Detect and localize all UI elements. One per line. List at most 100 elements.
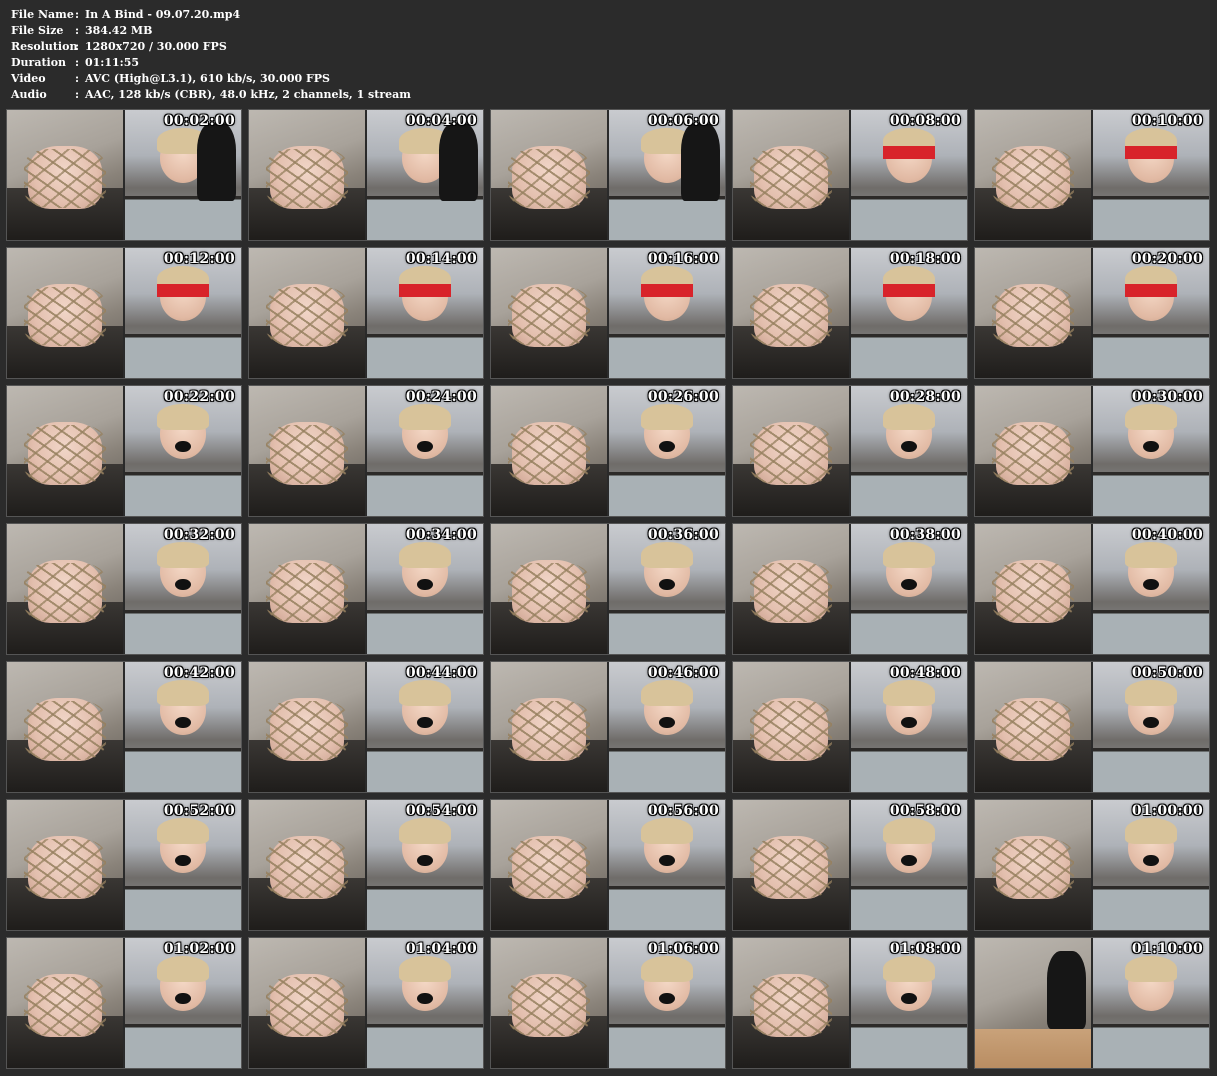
thumbnail[interactable]: 00:16:00 — [490, 247, 726, 379]
thumbnail[interactable]: 00:56:00 — [490, 799, 726, 931]
thumbnail[interactable]: 00:52:00 — [6, 799, 242, 931]
thumbnail[interactable]: 01:02:00 — [6, 937, 242, 1069]
thumbnail-frame — [975, 524, 1209, 654]
thumbnail[interactable]: 00:50:00 — [974, 661, 1210, 793]
thumbnail[interactable]: 00:34:00 — [248, 523, 484, 655]
thumbnail-right-view — [125, 110, 241, 240]
thumbnail[interactable]: 00:36:00 — [490, 523, 726, 655]
thumbnail[interactable]: 00:14:00 — [248, 247, 484, 379]
info-value: 384.42 MB — [85, 24, 153, 37]
timestamp: 00:28:00 — [889, 389, 961, 405]
thumbnail[interactable]: 00:28:00 — [732, 385, 968, 517]
person-shape — [196, 123, 237, 201]
thumbnail-left-view — [249, 938, 367, 1068]
thumbnail[interactable]: 00:48:00 — [732, 661, 968, 793]
hair-shape — [399, 680, 451, 707]
thumbnail[interactable]: 01:08:00 — [732, 937, 968, 1069]
thumbnail-right-view — [1093, 110, 1209, 240]
rope-pattern — [24, 563, 106, 622]
thumbnail[interactable]: 00:08:00 — [732, 109, 968, 241]
thumbnail[interactable]: 00:54:00 — [248, 799, 484, 931]
hair-shape — [399, 542, 451, 569]
thumbnail-left-view — [733, 110, 851, 240]
tank-shape — [851, 609, 967, 654]
thumbnail-frame — [733, 386, 967, 516]
thumbnail-left-view — [733, 662, 851, 792]
rope-pattern — [750, 563, 832, 622]
thumbnail[interactable]: 00:24:00 — [248, 385, 484, 517]
person-shape — [438, 123, 479, 201]
thumbnail[interactable]: 00:22:00 — [6, 385, 242, 517]
thumbnail[interactable]: 01:10:00 — [974, 937, 1210, 1069]
thumbnail[interactable]: 00:44:00 — [248, 661, 484, 793]
tank-shape — [1093, 471, 1209, 516]
thumbnail[interactable]: 01:06:00 — [490, 937, 726, 1069]
info-value: AVC (High@L3.1), 610 kb/s, 30.000 FPS — [85, 72, 330, 85]
thumbnail[interactable]: 00:02:00 — [6, 109, 242, 241]
hair-shape — [1125, 956, 1177, 983]
thumbnail-right-view — [609, 662, 725, 792]
timestamp: 00:30:00 — [1131, 389, 1203, 405]
thumbnail-right-view — [1093, 662, 1209, 792]
thumbnail-left-view — [733, 248, 851, 378]
thumbnail-left-view — [7, 386, 125, 516]
thumbnail-left-view — [7, 110, 125, 240]
thumbnail[interactable]: 00:18:00 — [732, 247, 968, 379]
thumbnail[interactable]: 00:42:00 — [6, 661, 242, 793]
thumbnail[interactable]: 00:40:00 — [974, 523, 1210, 655]
thumbnail[interactable]: 00:46:00 — [490, 661, 726, 793]
rope-pattern — [750, 839, 832, 898]
thumbnail[interactable]: 00:32:00 — [6, 523, 242, 655]
rope-pattern — [266, 839, 348, 898]
thumbnail[interactable]: 00:26:00 — [490, 385, 726, 517]
thumbnail-frame — [733, 524, 967, 654]
thumbnail-right-view — [367, 386, 483, 516]
thumbnail-frame — [249, 938, 483, 1068]
thumbnail[interactable]: 00:30:00 — [974, 385, 1210, 517]
info-label: File Size — [11, 24, 64, 37]
thumbnail-left-view — [975, 938, 1093, 1068]
thumbnail[interactable]: 01:00:00 — [974, 799, 1210, 931]
timestamp: 00:42:00 — [163, 665, 235, 681]
thumbnail-frame — [975, 386, 1209, 516]
thumbnail-frame — [975, 110, 1209, 240]
thumbnail-frame — [249, 662, 483, 792]
timestamp: 01:00:00 — [1131, 803, 1203, 819]
thumbnail[interactable]: 00:12:00 — [6, 247, 242, 379]
thumbnail[interactable]: 00:10:00 — [974, 109, 1210, 241]
thumbnail-right-view — [609, 524, 725, 654]
tank-shape — [851, 333, 967, 378]
thumbnail-frame — [491, 938, 725, 1068]
thumbnail[interactable]: 00:20:00 — [974, 247, 1210, 379]
thumbnail-frame — [733, 248, 967, 378]
tank-shape — [609, 885, 725, 930]
timestamp: 00:10:00 — [1131, 113, 1203, 129]
thumbnail-right-view — [367, 110, 483, 240]
thumbnail-left-view — [975, 800, 1093, 930]
timestamp: 00:16:00 — [647, 251, 719, 267]
hair-shape — [641, 404, 693, 431]
timestamp: 01:06:00 — [647, 941, 719, 957]
hair-shape — [157, 542, 209, 569]
thumbnail[interactable]: 00:04:00 — [248, 109, 484, 241]
timestamp: 01:04:00 — [405, 941, 477, 957]
thumbnail[interactable]: 00:38:00 — [732, 523, 968, 655]
thumbnail-left-view — [733, 800, 851, 930]
thumbnail[interactable]: 00:06:00 — [490, 109, 726, 241]
timestamp: 00:22:00 — [163, 389, 235, 405]
thumbnail-right-view — [367, 662, 483, 792]
timestamp: 00:32:00 — [163, 527, 235, 543]
thumbnail[interactable]: 01:04:00 — [248, 937, 484, 1069]
hair-shape — [157, 818, 209, 845]
thumbnail-right-view — [851, 110, 967, 240]
thumbnail[interactable]: 00:58:00 — [732, 799, 968, 931]
thumbnail-left-view — [733, 524, 851, 654]
timestamp: 00:46:00 — [647, 665, 719, 681]
info-label: Audio — [11, 88, 47, 101]
hair-shape — [883, 956, 935, 983]
tank-shape — [367, 471, 483, 516]
thumbnail-right-view — [851, 248, 967, 378]
thumbnail-left-view — [7, 248, 125, 378]
hair-shape — [641, 542, 693, 569]
info-separator: : — [75, 8, 80, 21]
